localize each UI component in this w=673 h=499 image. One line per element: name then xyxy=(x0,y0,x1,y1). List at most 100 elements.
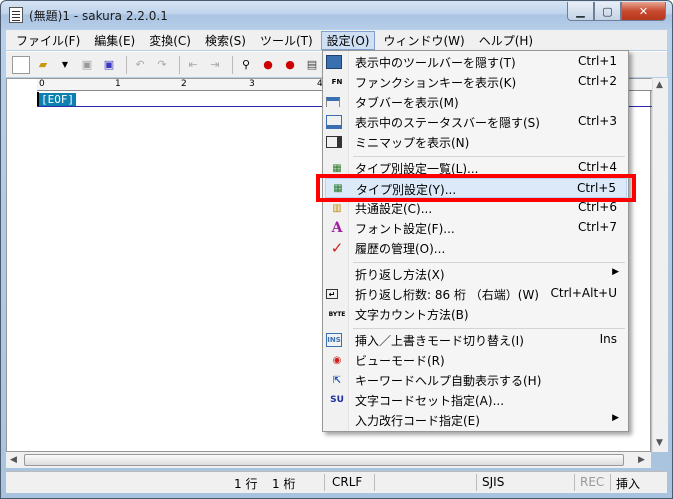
window-title: (無題)1 - sakura 2.2.0.1 xyxy=(29,9,168,23)
keyword-help-icon: ⇱ xyxy=(332,374,342,386)
menu-item-label: 挿入／上書きモード切り替え(I) xyxy=(355,334,524,348)
app-icon xyxy=(9,7,23,23)
menu-edit[interactable]: 編集(E) xyxy=(88,31,141,50)
jump-forward-icon[interactable]: ⇥ xyxy=(206,56,224,74)
scroll-left-icon[interactable]: ◀ xyxy=(10,455,17,465)
menu-item-insert-overwrite-toggle[interactable]: INS 挿入／上書きモード切り替え(I) Ins xyxy=(325,330,627,350)
menu-item-label: タブバーを表示(M) xyxy=(355,96,459,110)
wrap-icon: ↵ xyxy=(326,289,338,299)
ruler-number: 0 xyxy=(39,79,45,89)
status-insert-mode: 挿入 xyxy=(616,477,641,491)
close-icon: ✕ xyxy=(638,4,649,18)
highlight-box xyxy=(316,174,636,202)
close-button[interactable]: ✕ xyxy=(621,2,666,21)
menu-item-keyword-help[interactable]: ⇱ キーワードヘルプ自動表示する(H) xyxy=(325,370,627,390)
menu-item-label: 履歴の管理(O)... xyxy=(355,242,446,256)
menu-tools[interactable]: ツール(T) xyxy=(254,31,319,50)
menu-item-shortcut: Ctrl+7 xyxy=(577,220,617,234)
scroll-down-icon[interactable]: ▼ xyxy=(656,438,663,448)
menu-item-wrap-columns[interactable]: ↵ 折り返し桁数: 86 桁 （右端）(W) Ctrl+Alt+U xyxy=(325,284,627,304)
toolbar-separator xyxy=(232,55,233,74)
toolbar-icon xyxy=(326,55,342,69)
redo-icon[interactable]: ↷ xyxy=(153,56,171,74)
ruler-number: 3 xyxy=(249,79,255,89)
menu-item-wrap-method[interactable]: 折り返し方法(X) ▶ xyxy=(325,264,627,284)
minimize-button[interactable]: ▁ xyxy=(567,2,594,21)
toolbar-separator xyxy=(179,55,180,74)
menu-item-font-settings[interactable]: A フォント設定(F)... Ctrl+7 xyxy=(325,218,627,238)
minimap-icon xyxy=(326,136,342,148)
menu-item-history-management[interactable]: ✓ 履歴の管理(O)... xyxy=(325,238,627,258)
menu-item-label: 文字コードセット指定(A)... xyxy=(355,394,505,408)
status-separator xyxy=(374,474,375,491)
dropdown-arrow-icon[interactable]: ▼ xyxy=(56,56,74,74)
menu-item-label: 表示中のツールバーを隠す(T) xyxy=(355,56,516,70)
status-separator xyxy=(610,474,611,491)
status-column: 1 桁 xyxy=(272,477,296,491)
menu-file[interactable]: ファイル(F) xyxy=(10,31,86,50)
menu-item-charset[interactable]: SU 文字コードセット指定(A)... xyxy=(325,390,627,410)
submenu-arrow-icon: ▶ xyxy=(612,267,619,277)
menu-separator xyxy=(353,328,625,329)
status-eol: CRLF xyxy=(332,475,363,489)
vertical-scrollbar[interactable]: ▲ ▼ xyxy=(652,78,668,452)
insert-icon: INS xyxy=(326,333,342,347)
ruler-number: 1 xyxy=(115,79,121,89)
menu-item-hide-toolbar[interactable]: 表示中のツールバーを隠す(T) Ctrl+1 xyxy=(325,52,627,72)
jump-back-icon[interactable]: ⇤ xyxy=(184,56,202,74)
menu-window[interactable]: ウィンドウ(W) xyxy=(377,31,470,50)
new-file-icon[interactable] xyxy=(12,55,30,74)
search-next-icon[interactable]: ● xyxy=(281,56,299,74)
menu-item-char-count-method[interactable]: BYTE 文字カウント方法(B) xyxy=(325,304,627,324)
scroll-up-icon[interactable]: ▲ xyxy=(656,80,663,90)
status-bar-icon xyxy=(326,115,342,129)
maximize-button[interactable]: ▢ xyxy=(594,2,621,21)
tab-bar-icon xyxy=(326,97,340,107)
menu-item-minimap[interactable]: ミニマップを表示(N) xyxy=(325,132,627,152)
menu-item-label: フォント設定(F)... xyxy=(355,222,455,236)
maximize-icon: ▢ xyxy=(602,4,613,18)
search-prev-icon[interactable]: ● xyxy=(259,56,277,74)
horizontal-scroll-thumb[interactable] xyxy=(24,454,624,466)
status-bar: 1 行 1 桁 CRLF SJIS REC 挿入 xyxy=(6,471,667,493)
menu-item-label: 共通設定(C)... xyxy=(355,202,433,216)
check-icon: ✓ xyxy=(330,239,344,257)
save-all-icon[interactable]: ▣ xyxy=(100,56,118,74)
scroll-right-icon[interactable]: ▶ xyxy=(638,455,645,465)
menu-item-hide-status-bar[interactable]: 表示中のステータスバーを隠す(S) Ctrl+3 xyxy=(325,112,627,132)
status-line: 1 行 xyxy=(234,477,258,491)
status-separator xyxy=(574,474,575,491)
menu-convert[interactable]: 変換(C) xyxy=(143,31,197,50)
search-icon[interactable]: ⚲ xyxy=(237,56,255,74)
menu-bar: ファイル(F) 編集(E) 変換(C) 検索(S) ツール(T) 設定(O) ウ… xyxy=(6,30,667,50)
menu-item-shortcut: Ctrl+1 xyxy=(577,54,617,68)
menu-item-label: 入力改行コード指定(E) xyxy=(355,414,480,428)
menu-item-label: キーワードヘルプ自動表示する(H) xyxy=(355,374,542,388)
horizontal-scrollbar[interactable]: ◀ ▶ xyxy=(6,452,651,468)
menu-item-shortcut: Ctrl+Alt+U xyxy=(550,286,618,300)
menu-item-function-keys[interactable]: FN ファンクションキーを表示(K) Ctrl+2 xyxy=(325,72,627,92)
menu-search[interactable]: 検索(S) xyxy=(199,31,252,50)
menu-item-tab-bar[interactable]: タブバーを表示(M) xyxy=(325,92,627,112)
title-bar[interactable]: (無題)1 - sakura 2.2.0.1 ▁ ▢ ✕ xyxy=(1,1,672,29)
status-separator xyxy=(324,474,325,491)
settings-dropdown-menu: 表示中のツールバーを隠す(T) Ctrl+1 FN ファンクションキーを表示(K… xyxy=(322,50,629,432)
menu-help[interactable]: ヘルプ(H) xyxy=(473,31,539,50)
view-mode-icon: ◉ xyxy=(332,354,342,366)
menu-item-label: ファンクションキーを表示(K) xyxy=(355,76,517,90)
grep-icon[interactable]: ▤ xyxy=(303,56,321,74)
byte-icon: BYTE xyxy=(328,310,346,318)
save-icon[interactable]: ▣ xyxy=(78,56,96,74)
open-folder-icon[interactable]: ▰ xyxy=(34,56,52,74)
menu-item-label: 文字カウント方法(B) xyxy=(355,308,469,322)
menu-item-label: 表示中のステータスバーを隠す(S) xyxy=(355,116,540,130)
font-icon: A xyxy=(331,220,343,236)
menu-item-shortcut: Ins xyxy=(599,332,617,346)
menu-item-view-mode[interactable]: ◉ ビューモード(R) xyxy=(325,350,627,370)
undo-icon[interactable]: ↶ xyxy=(131,56,149,74)
menu-item-input-newline[interactable]: 入力改行コード指定(E) ▶ xyxy=(325,410,627,430)
menu-item-label: ミニマップを表示(N) xyxy=(355,136,470,150)
status-encoding: SJIS xyxy=(482,475,505,489)
menu-settings[interactable]: 設定(O) xyxy=(320,30,376,50)
status-rec: REC xyxy=(580,475,605,489)
